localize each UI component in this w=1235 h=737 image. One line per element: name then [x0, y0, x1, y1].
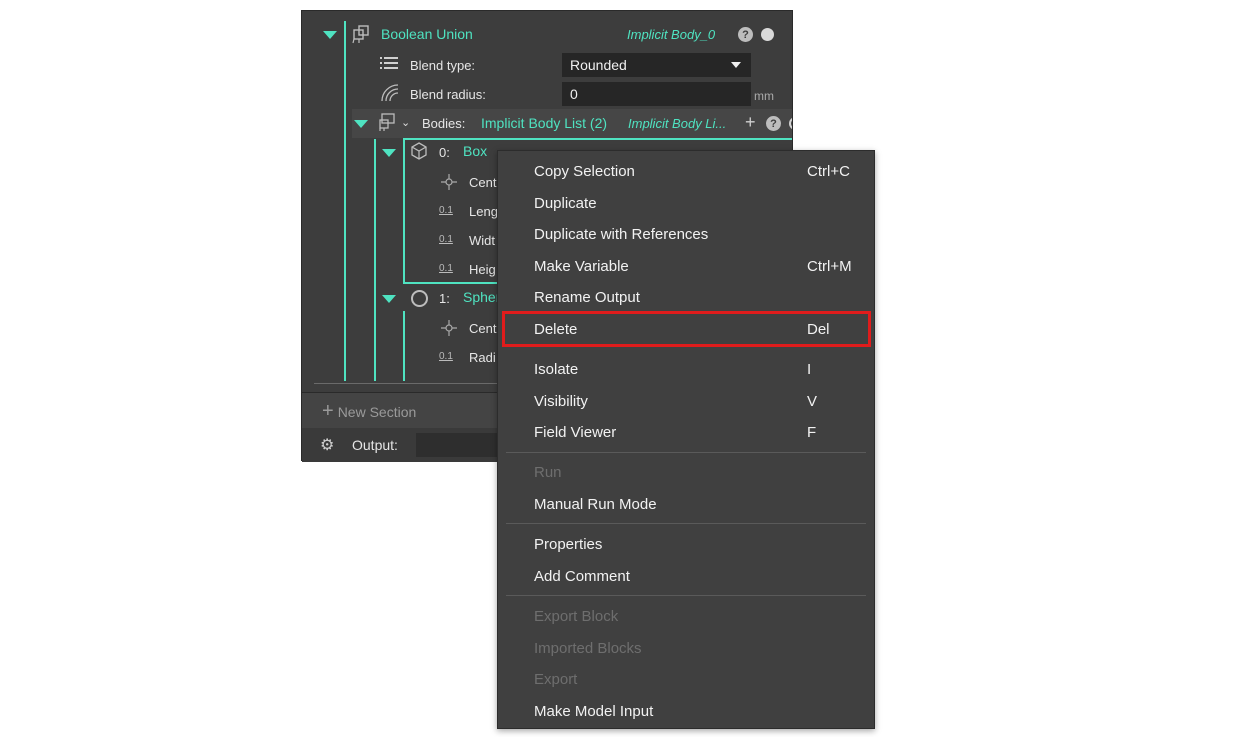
- menu-item-duplicate[interactable]: Duplicate: [534, 191, 597, 215]
- shortcut-isolate: I: [807, 360, 812, 378]
- blend-type-value: Rounded: [570, 57, 627, 73]
- menu-separator: [506, 595, 866, 596]
- tree-guide-line: [374, 139, 376, 381]
- menu-item-duplicate-with-references[interactable]: Duplicate with References: [534, 222, 708, 246]
- box-field-label: Widt: [469, 233, 495, 248]
- box-label: Box: [463, 143, 488, 159]
- box-field-label: Leng: [469, 204, 498, 219]
- menu-separator: [506, 523, 866, 524]
- boolean-union-output[interactable]: Implicit Body_0: [627, 27, 715, 42]
- blend-radius-unit: mm: [754, 89, 774, 103]
- new-section-button[interactable]: + New Section: [322, 400, 416, 423]
- shortcut-make-variable: Ctrl+M: [807, 257, 852, 275]
- menu-item-properties[interactable]: Properties: [534, 532, 602, 556]
- menu-item-export-block: Export Block: [534, 607, 619, 625]
- visibility-ring-icon[interactable]: [789, 117, 792, 130]
- blend-radius-input[interactable]: 0: [562, 82, 751, 106]
- shortcut-delete: Del: [807, 320, 830, 338]
- sphere-field-label: Radi: [469, 350, 496, 365]
- menu-separator: [506, 452, 866, 453]
- menu-item-imported-blocks: Imported Blocks: [534, 639, 642, 657]
- menu-item-add-comment[interactable]: Add Comment: [534, 564, 630, 588]
- boolean-union-row[interactable]: Boolean Union Implicit Body_0 ?: [302, 20, 792, 49]
- help-icon[interactable]: ?: [766, 116, 781, 131]
- boolean-union-icon: [350, 22, 372, 46]
- collapse-triangle-icon[interactable]: [354, 120, 368, 128]
- crosshair-icon: [441, 174, 457, 193]
- collapse-triangle-icon[interactable]: [323, 31, 337, 39]
- tree-guide-line: [403, 311, 405, 381]
- plus-icon: +: [322, 400, 334, 422]
- crosshair-icon: [441, 320, 457, 339]
- menu-item-make-variable[interactable]: Make Variable: [534, 254, 629, 278]
- box-cube-icon: [409, 141, 429, 161]
- boolean-union-label: Boolean Union: [381, 26, 473, 42]
- menu-item-manual-run-mode[interactable]: Manual Run Mode: [534, 492, 657, 516]
- chevron-down-icon[interactable]: ⌄: [401, 116, 410, 129]
- bodies-output[interactable]: Implicit Body Li...: [628, 116, 726, 131]
- visibility-dot-icon[interactable]: [761, 28, 774, 41]
- number-badge-icon: 0.1: [439, 263, 453, 274]
- sphere-icon: [411, 290, 428, 307]
- output-label: Output:: [352, 437, 398, 453]
- sphere-index: 1:: [439, 291, 450, 306]
- box-field-label: Heig: [469, 262, 496, 277]
- new-section-label: New Section: [337, 403, 417, 420]
- body-list-icon: [378, 112, 398, 132]
- number-badge-icon: 0.1: [439, 351, 453, 362]
- number-badge-icon: 0.1: [439, 234, 453, 245]
- bodies-label: Bodies:: [422, 116, 466, 131]
- sphere-label: Spher: [463, 289, 501, 305]
- shortcut-copy-selection: Ctrl+C: [807, 162, 850, 180]
- blend-radius-value: 0: [570, 86, 578, 102]
- menu-item-delete[interactable]: Delete: [534, 317, 577, 341]
- help-icon[interactable]: ?: [738, 27, 753, 42]
- menu-item-rename-output[interactable]: Rename Output: [534, 285, 640, 309]
- shortcut-field-viewer: F: [807, 423, 817, 441]
- blend-type-select[interactable]: Rounded: [562, 53, 751, 77]
- blend-radius-label: Blend radius:: [410, 87, 486, 102]
- context-menu: Copy Selection Ctrl+C Duplicate Duplicat…: [497, 150, 875, 729]
- add-icon[interactable]: +: [745, 112, 756, 133]
- menu-item-export: Export: [534, 670, 578, 688]
- blend-radius-icon: [380, 83, 400, 103]
- list-icon: [380, 55, 398, 71]
- bodies-list-value[interactable]: Implicit Body List (2): [481, 115, 607, 131]
- menu-item-field-viewer[interactable]: Field Viewer: [534, 420, 616, 444]
- output-field[interactable]: [416, 433, 506, 457]
- collapse-triangle-icon[interactable]: [382, 295, 396, 303]
- chevron-down-icon: [731, 62, 741, 68]
- shortcut-visibility: V: [807, 392, 818, 410]
- gear-icon: ⚙: [320, 437, 335, 454]
- menu-item-run: Run: [534, 463, 562, 481]
- box-index: 0:: [439, 145, 450, 160]
- menu-item-visibility[interactable]: Visibility: [534, 389, 588, 413]
- collapse-triangle-icon[interactable]: [382, 149, 396, 157]
- box-field-label: Cent: [469, 175, 497, 190]
- menu-item-isolate[interactable]: Isolate: [534, 357, 578, 381]
- menu-item-copy-selection[interactable]: Copy Selection: [534, 159, 635, 183]
- menu-item-make-model-input[interactable]: Make Model Input: [534, 699, 653, 723]
- number-badge-icon: 0.1: [439, 205, 453, 216]
- bodies-row[interactable]: ⌄ Bodies: Implicit Body List (2) Implici…: [352, 109, 792, 138]
- sphere-field-label: Cent: [469, 321, 497, 336]
- blend-type-label: Blend type:: [410, 58, 476, 73]
